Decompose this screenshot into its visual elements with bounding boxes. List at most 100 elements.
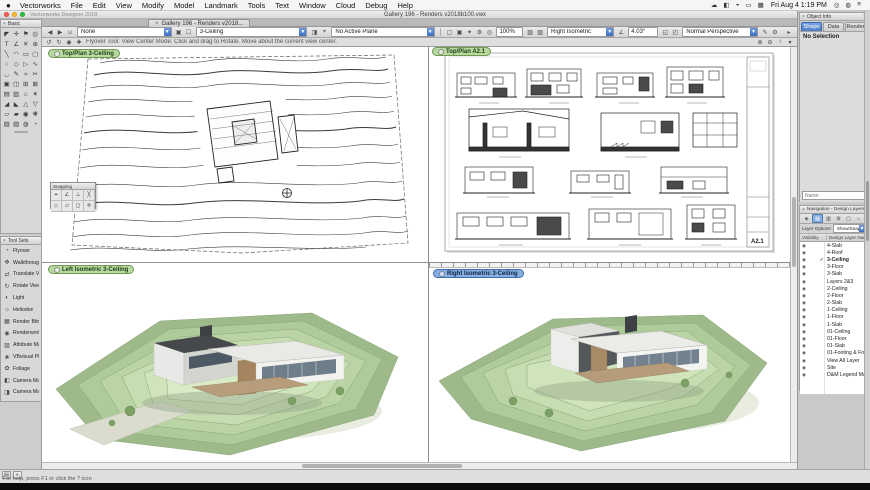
layer-mode-icon[interactable]: ▣: [175, 28, 183, 37]
layer-name[interactable]: Layers 2&3: [826, 279, 868, 285]
layer-name[interactable]: 4-Slab: [826, 243, 868, 249]
visibility-eye-icon[interactable]: ◉: [800, 264, 808, 270]
tool-icon[interactable]: ✛: [12, 29, 22, 39]
layer-name[interactable]: 3-Floor: [826, 264, 868, 270]
object-info-tab[interactable]: Shape: [801, 22, 822, 31]
layer-name[interactable]: 1-Ceiling: [826, 307, 868, 313]
layer-row[interactable]: ◉ 1-Slab: [800, 321, 868, 328]
tool-icon[interactable]: ○: [2, 59, 12, 69]
visibility-eye-icon[interactable]: ◉: [800, 271, 808, 277]
saved-view-icon[interactable]: ◎: [485, 28, 493, 37]
visibility-eye-icon[interactable]: ◉: [800, 243, 808, 249]
tool-icon[interactable]: ≈: [21, 69, 31, 79]
object-info-tab[interactable]: Render: [845, 22, 866, 31]
visibility-eye-icon[interactable]: ◉: [800, 307, 808, 313]
name-column-header[interactable]: Design Layer Name: [827, 235, 868, 240]
layer-name[interactable]: 2-Ceiling: [826, 286, 868, 292]
layer-name[interactable]: 2-Slab: [826, 300, 868, 306]
layer-row[interactable]: ◉ 1-Floor: [800, 314, 868, 321]
view-control-icon[interactable]: ↕: [776, 38, 784, 47]
navigation-mode-icon[interactable]: ▤: [812, 214, 823, 223]
layer-dropdown[interactable]: 3-Ceiling ▼: [196, 27, 308, 37]
layer-name[interactable]: 01-Footing & Foundatio: [826, 350, 868, 356]
look-mode-icon[interactable]: ◰: [671, 28, 679, 37]
viewport-divider-horizontal[interactable]: [42, 262, 790, 263]
tool-icon[interactable]: ✶: [31, 89, 41, 99]
navigation-mode-icon[interactable]: ▥: [824, 215, 833, 222]
close-palette-icon[interactable]: ×: [3, 21, 6, 27]
visibility-eye-icon[interactable]: ◉: [800, 314, 808, 320]
zoom-level-field[interactable]: 100%: [496, 27, 523, 37]
navigation-header[interactable]: × Navigation - Design Layers ?: [800, 206, 868, 214]
tool-icon[interactable]: △: [21, 99, 31, 109]
saved-view-icon[interactable]: ▢: [445, 28, 453, 37]
layer-row[interactable]: ◉ 2-Slab: [800, 300, 868, 307]
layer-name[interactable]: 01-Slab: [826, 343, 868, 349]
object-info-tab[interactable]: Data: [823, 22, 844, 31]
layer-name[interactable]: 4-Roof: [826, 250, 868, 256]
tool-icon[interactable]: ◢: [2, 99, 12, 109]
layer-name[interactable]: Site: [826, 365, 868, 371]
tool-icon[interactable]: ✎: [12, 69, 22, 79]
tool-icon[interactable]: ∿: [31, 59, 41, 69]
viewport-label-right-isometric[interactable]: Right Isometric 3-Ceiling: [433, 269, 524, 278]
visibility-eye-icon[interactable]: ◉: [800, 365, 808, 371]
tool-icon[interactable]: ✂: [31, 69, 41, 79]
nav-arrow-icon[interactable]: ∪: [66, 28, 74, 37]
snap-mode-button[interactable]: ◇: [51, 201, 62, 212]
layer-row[interactable]: ◉ 01-Floor: [800, 335, 868, 342]
close-palette-icon[interactable]: ×: [802, 14, 805, 20]
status-icon[interactable]: ▦: [755, 1, 767, 9]
drawing-area[interactable]: Top/Plan 3-Ceiling Snapping ⌖∠⊥╳◇▱◻✛ A2.…: [42, 47, 797, 469]
tool-icon[interactable]: ⊠: [31, 79, 41, 89]
look-mode-icon[interactable]: ◱: [661, 28, 669, 37]
layer-row[interactable]: ◉ 4-Slab: [800, 242, 868, 249]
navigation-mode-icon[interactable]: ⌂: [854, 215, 863, 222]
tool-set-item[interactable]: ▨ Attribute Mapp...: [1, 339, 41, 351]
layer-name[interactable]: 1-Slab: [826, 322, 868, 328]
visibility-eye-icon[interactable]: ◉: [800, 300, 808, 306]
view-control-icon[interactable]: ⊖: [766, 38, 774, 47]
navigation-mode-icon[interactable]: ▢: [844, 215, 853, 222]
close-palette-icon[interactable]: ×: [3, 238, 6, 244]
palette-resize-grip[interactable]: [1, 130, 41, 134]
render-settings-icon[interactable]: ✎: [761, 28, 769, 37]
layer-name[interactable]: View All Layer: [826, 358, 868, 364]
view-control-icon[interactable]: ⊕: [756, 38, 764, 47]
tool-icon[interactable]: ▭: [21, 49, 31, 59]
snap-mode-button[interactable]: ╳: [84, 190, 95, 201]
plane-mode-icon[interactable]: ◨: [310, 28, 318, 37]
menu-item[interactable]: Edit: [88, 1, 111, 10]
vertical-scroll-thumb[interactable]: [792, 197, 796, 267]
view-pane-icon[interactable]: ▨: [536, 28, 544, 37]
dock-scrollbar[interactable]: [864, 11, 870, 469]
layer-row[interactable]: ◉ 3-Slab: [800, 271, 868, 278]
viewport-sheet[interactable]: A2.1: [429, 47, 790, 262]
layer-row[interactable]: ◉ 3-Floor: [800, 264, 868, 271]
tool-set-item[interactable]: ❀ VBvisual Plant: [1, 351, 41, 363]
tool-icon[interactable]: ✕: [21, 39, 31, 49]
viewport-label-top-plan[interactable]: Top/Plan 3-Ceiling: [48, 49, 120, 58]
vertical-scrollbar[interactable]: [790, 47, 797, 462]
tool-icon[interactable]: ⚑: [21, 29, 31, 39]
horizontal-scrollbar[interactable]: [42, 462, 797, 469]
layer-row[interactable]: ◉ 4-Roof: [800, 249, 868, 256]
visibility-eye-icon[interactable]: ◉: [800, 250, 808, 256]
basic-palette-header[interactable]: × Basic: [1, 20, 41, 28]
tool-icon[interactable]: ◣: [12, 99, 22, 109]
layer-name[interactable]: D&M Legend Maker: [826, 372, 868, 378]
tool-icon[interactable]: ▤: [2, 89, 12, 99]
snap-mode-button[interactable]: ◻: [73, 201, 84, 212]
status-icon[interactable]: ◧: [720, 1, 732, 9]
layer-name[interactable]: 01-Ceiling: [826, 329, 868, 335]
tool-icon[interactable]: ∠: [12, 39, 22, 49]
class-dropdown[interactable]: None ▼: [77, 27, 172, 37]
layer-name[interactable]: 2-Floor: [826, 293, 868, 299]
close-tab-icon[interactable]: ×: [155, 21, 159, 27]
layer-mode-icon[interactable]: ☐: [185, 28, 193, 37]
visibility-eye-icon[interactable]: ◉: [800, 293, 808, 299]
saved-view-icon[interactable]: ⚙: [475, 28, 483, 37]
view-pane-icon[interactable]: ▧: [526, 28, 534, 37]
tool-icon[interactable]: ◎: [31, 29, 41, 39]
tool-icon[interactable]: ◠: [12, 49, 22, 59]
